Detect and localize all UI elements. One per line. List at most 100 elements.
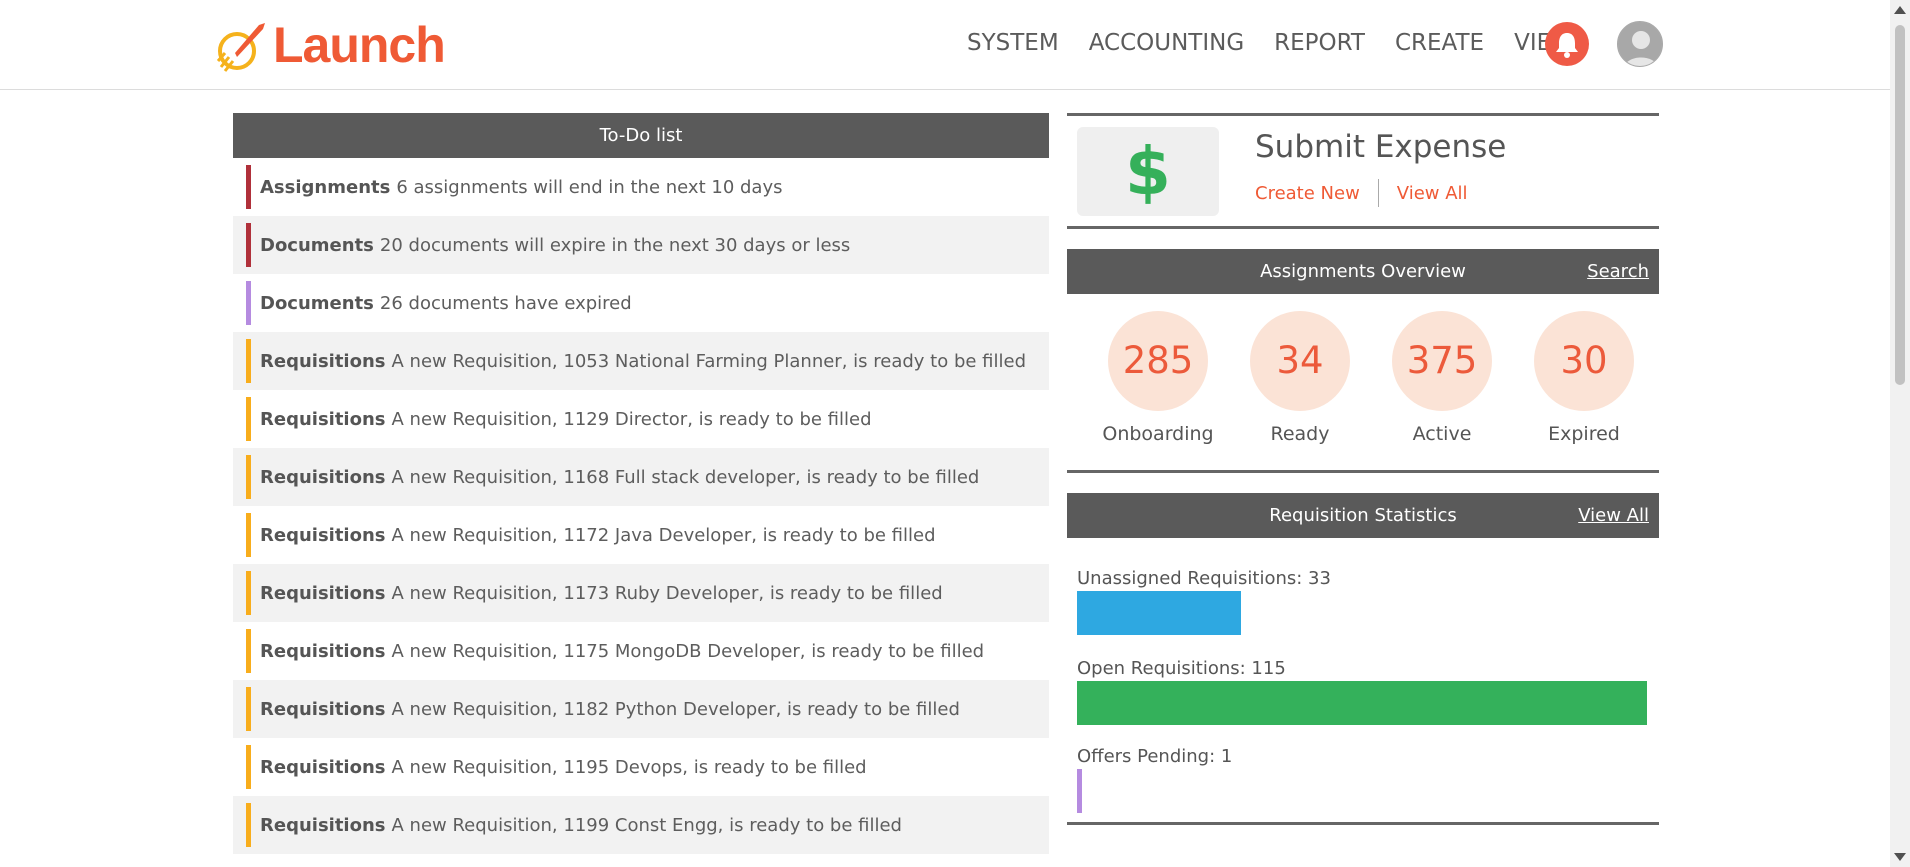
logo[interactable]: Launch [215,16,446,74]
todo-item[interactable]: Requisitions A new Requisition, 1195 Devo… [233,738,1049,796]
todo-item[interactable]: Requisitions A new Requisition, 1172 Java… [233,506,1049,564]
todo-item-indicator [246,455,251,499]
requisition-view-all-link[interactable]: View All [1578,493,1649,538]
todo-item-category: Requisitions [260,524,386,546]
todo-title: To-Do list [233,113,1049,158]
stat-label: Ready [1270,423,1330,445]
dollar-icon[interactable]: $ [1077,127,1219,216]
todo-item-category: Documents [260,292,374,314]
todo-item-indicator [246,687,251,731]
todo-item-text: A new Requisition, 1053 National Farming… [391,350,1027,372]
nav-report[interactable]: REPORT [1274,30,1365,56]
todo-item-category: Assignments [260,176,391,198]
todo-item[interactable]: Requisitions A new Requisition, 1173 Ruby… [233,564,1049,622]
requisition-title: Requisition Statistics [1269,505,1457,526]
todo-item-indicator [246,629,251,673]
main-nav: SYSTEM ACCOUNTING REPORT CREATE VIEW [967,30,1604,56]
todo-item-text: A new Requisition, 1129 Director, is rea… [391,408,872,430]
nav-accounting[interactable]: ACCOUNTING [1089,30,1244,56]
todo-list: Assignments 6 assignments will end in the… [233,158,1049,854]
todo-item[interactable]: Requisitions A new Requisition, 1175 Mong… [233,622,1049,680]
scroll-up-icon[interactable] [1894,6,1906,14]
overview-stats: 285 Onboarding 34 Ready 375 Active 30 Expired [1087,311,1655,445]
todo-item-indicator [246,281,251,325]
todo-item[interactable]: Assignments 6 assignments will end in the… [233,158,1049,216]
scroll-thumb[interactable] [1895,25,1905,385]
todo-item-category: Requisitions [260,814,386,836]
overview-title: Assignments Overview [1260,261,1466,282]
link-divider [1377,179,1379,207]
submit-expense-panel: $ Submit Expense Create New View All [1067,113,1659,229]
todo-item-category: Requisitions [260,582,386,604]
todo-item[interactable]: Documents 20 documents will expire in the… [233,216,1049,274]
stat-value: 285 [1108,311,1208,411]
todo-item-indicator [246,803,251,847]
overview-header: Assignments Overview Search [1067,249,1659,294]
todo-item[interactable]: Requisitions A new Requisition, 1182 Pyth… [233,680,1049,738]
notification-bell-button[interactable] [1545,22,1589,66]
todo-item-text: 20 documents will expire in the next 30 … [379,234,851,256]
requisition-stat-bar [1077,591,1241,635]
todo-item[interactable]: Requisitions A new Requisition, 1053 Nati… [233,332,1049,390]
todo-item-text: A new Requisition, 1168 Full stack devel… [391,466,980,488]
todo-item-category: Requisitions [260,466,386,488]
todo-item-text: A new Requisition, 1172 Java Developer, … [391,524,936,546]
todo-item-text: A new Requisition, 1195 Devops, is ready… [391,756,867,778]
stat-active[interactable]: 375 Active [1371,311,1513,445]
view-all-expenses-link[interactable]: View All [1397,183,1468,204]
requisition-stat-bar [1077,769,1082,813]
todo-item-category: Requisitions [260,350,386,372]
stat-expired[interactable]: 30 Expired [1513,311,1655,445]
stat-label: Expired [1548,423,1620,445]
todo-item-indicator [246,397,251,441]
todo-item-text: A new Requisition, 1173 Ruby Developer, … [391,582,943,604]
nav-create[interactable]: CREATE [1395,30,1484,56]
requisition-stat-row: Unassigned Requisitions: 33 [1077,568,1647,635]
requisition-stat-label: Open Requisitions: 115 [1077,658,1286,679]
todo-item-indicator [246,223,251,267]
todo-item-category: Requisitions [260,640,386,662]
requisition-stat-row: Open Requisitions: 115 [1077,658,1647,725]
page-scrollbar[interactable] [1890,0,1910,867]
todo-item[interactable]: Requisitions A new Requisition, 1199 Cons… [233,796,1049,854]
user-icon [1618,22,1662,66]
stat-label: Onboarding [1102,423,1214,445]
todo-item-text: A new Requisition, 1199 Const Engg, is r… [391,814,903,836]
todo-item-text: 6 assignments will end in the next 10 da… [396,176,783,198]
todo-item-indicator [246,339,251,383]
assignments-overview-panel: Assignments Overview Search 285 Onboardin… [1067,249,1659,473]
expense-title: Submit Expense [1255,129,1507,165]
todo-item-category: Requisitions [260,698,386,720]
requisition-header: Requisition Statistics View All [1067,493,1659,538]
user-avatar[interactable] [1617,21,1663,67]
todo-panel: To-Do list Assignments 6 assignments will… [233,113,1049,854]
todo-item-text: 26 documents have expired [379,292,632,314]
scroll-down-icon[interactable] [1894,853,1906,861]
top-navbar: Launch SYSTEM ACCOUNTING REPORT CREATE V… [0,0,1890,90]
create-new-link[interactable]: Create New [1255,183,1360,204]
todo-item-category: Requisitions [260,756,386,778]
requisition-stat-row: Offers Pending: 1 [1077,746,1647,813]
overview-search-link[interactable]: Search [1587,249,1649,294]
stat-label: Active [1412,423,1472,445]
requisition-stat-label: Unassigned Requisitions: 33 [1077,568,1331,589]
todo-item-indicator [246,513,251,557]
todo-item-indicator [246,745,251,789]
requisition-stat-label: Offers Pending: 1 [1077,746,1233,767]
todo-item-category: Documents [260,234,374,256]
nav-system[interactable]: SYSTEM [967,30,1059,56]
todo-item[interactable]: Requisitions A new Requisition, 1129 Dire… [233,390,1049,448]
todo-item-indicator [246,165,251,209]
stat-onboarding[interactable]: 285 Onboarding [1087,311,1229,445]
todo-item[interactable]: Requisitions A new Requisition, 1168 Full… [233,448,1049,506]
todo-item-text: A new Requisition, 1182 Python Developer… [391,698,960,720]
todo-item[interactable]: Documents 26 documents have expired [233,274,1049,332]
todo-item-indicator [246,571,251,615]
todo-item-text: A new Requisition, 1175 MongoDB Develope… [391,640,985,662]
requisition-statistics-panel: Requisition Statistics View All Unassign… [1067,493,1659,825]
logo-text: Launch [273,17,446,73]
stat-ready[interactable]: 34 Ready [1229,311,1371,445]
stat-value: 34 [1250,311,1350,411]
stat-value: 375 [1392,311,1492,411]
requisition-stat-bar [1077,681,1647,725]
